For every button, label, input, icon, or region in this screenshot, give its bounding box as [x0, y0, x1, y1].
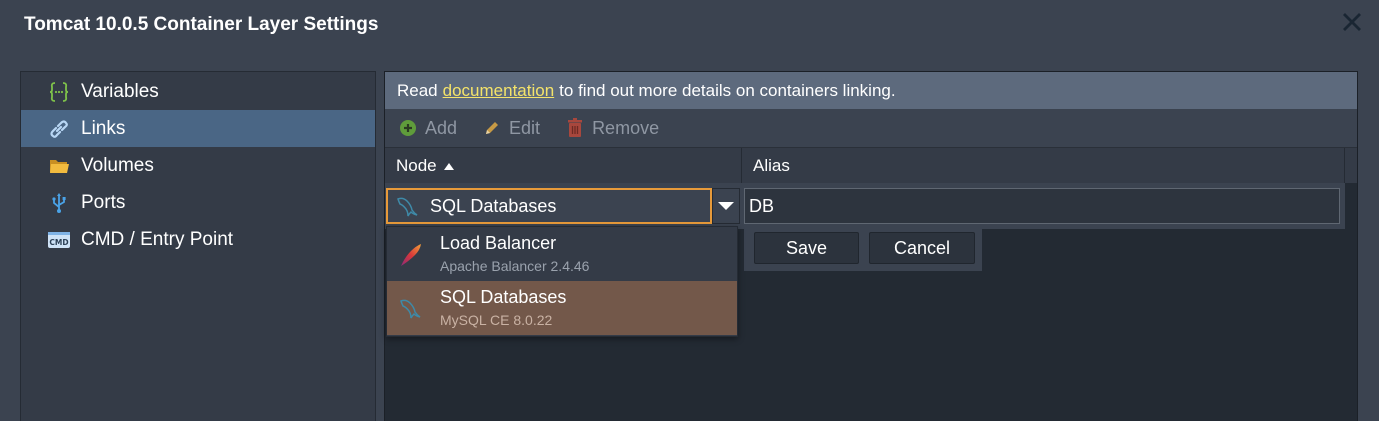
- info-text-after: to find out more details on containers l…: [559, 80, 896, 100]
- column-label: Alias: [753, 156, 790, 175]
- row-editor: SQL Databases: [385, 183, 1345, 229]
- cancel-button[interactable]: Cancel: [869, 232, 975, 264]
- close-icon[interactable]: [1339, 8, 1365, 34]
- sidebar-item-label: Ports: [81, 191, 126, 213]
- mysql-dolphin-icon: [400, 299, 421, 319]
- sidebar-item-cmd-entry-point[interactable]: CMD CMD / Entry Point: [21, 221, 375, 258]
- remove-label: Remove: [592, 117, 660, 138]
- alias-input[interactable]: [744, 188, 1340, 224]
- sidebar-item-label: Volumes: [81, 154, 154, 176]
- dropdown-option-load-balancer[interactable]: Load Balancer Apache Balancer 2.4.46: [387, 227, 737, 281]
- usb-icon: [47, 191, 71, 215]
- sidebar-item-label: CMD / Entry Point: [81, 228, 234, 250]
- option-detail: MySQL CE 8.0.22: [440, 312, 553, 328]
- column-label: Node: [396, 156, 437, 175]
- edit-button[interactable]: Edit: [483, 118, 540, 139]
- cmd-icon: CMD: [47, 228, 71, 252]
- node-select-value: SQL Databases: [430, 195, 557, 216]
- settings-sidebar: Variables Links Volumes Ports CMD CMD / …: [20, 71, 376, 421]
- node-dropdown-list: Load Balancer Apache Balancer 2.4.46 SQL…: [386, 226, 738, 337]
- trash-icon: [568, 118, 583, 137]
- column-header-node[interactable]: Node: [385, 148, 742, 184]
- info-text-before: Read: [397, 80, 438, 100]
- pencil-icon: [486, 122, 499, 134]
- mysql-dolphin-icon: [397, 197, 418, 217]
- toolbar: Add Edit Remove: [385, 109, 1357, 147]
- sidebar-item-volumes[interactable]: Volumes: [21, 147, 375, 184]
- edit-label: Edit: [509, 117, 541, 138]
- variables-icon: [47, 80, 71, 104]
- add-button[interactable]: Add: [399, 118, 457, 139]
- save-button[interactable]: Save: [754, 232, 859, 264]
- info-bar: Read documentation to find out more deta…: [385, 72, 1357, 109]
- svg-text:CMD: CMD: [49, 238, 68, 247]
- chevron-down-icon: [718, 202, 734, 210]
- link-icon: [47, 117, 71, 141]
- add-icon: [400, 120, 416, 136]
- sidebar-item-label: Variables: [81, 80, 159, 102]
- option-detail: Apache Balancer 2.4.46: [440, 258, 590, 274]
- documentation-link[interactable]: documentation: [443, 81, 555, 101]
- node-select-trigger[interactable]: [712, 188, 740, 224]
- dialog-title: Tomcat 10.0.5 Container Layer Settings: [24, 14, 379, 35]
- folder-icon: [47, 154, 71, 178]
- row-editor-buttons: Save Cancel: [744, 229, 982, 271]
- grid-header: Node Alias: [385, 147, 1357, 184]
- sidebar-item-links[interactable]: Links: [21, 110, 375, 147]
- sidebar-item-variables[interactable]: Variables: [21, 73, 375, 110]
- column-header-alias[interactable]: Alias: [742, 148, 1345, 184]
- sidebar-item-ports[interactable]: Ports: [21, 184, 375, 221]
- apache-feather-icon: [401, 244, 421, 266]
- title-bar: Tomcat 10.0.5 Container Layer Settings: [0, 0, 1379, 60]
- sort-ascending-icon: [443, 162, 454, 170]
- remove-button[interactable]: Remove: [566, 118, 659, 139]
- sidebar-item-label: Links: [81, 117, 126, 139]
- option-name: SQL Databases: [440, 287, 567, 307]
- node-select[interactable]: SQL Databases: [386, 188, 712, 224]
- add-label: Add: [425, 117, 458, 138]
- dropdown-option-sql-databases[interactable]: SQL Databases MySQL CE 8.0.22: [387, 281, 737, 335]
- option-name: Load Balancer: [440, 233, 557, 253]
